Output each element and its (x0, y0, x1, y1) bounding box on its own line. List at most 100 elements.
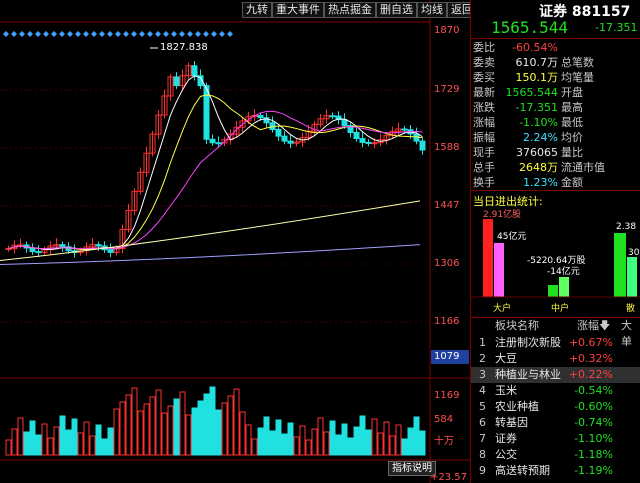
volume-bar (365, 429, 372, 456)
volume-bar (317, 417, 324, 456)
kline-chart-area[interactable]: 九转 重大事件 热点掘金 删自选 均线 返回 ▶ 1827.838 1870 1… (0, 0, 470, 483)
flow-category-small: 散 (626, 302, 635, 314)
sector-index: 6 (479, 416, 486, 429)
volume-bar (245, 424, 252, 456)
sector-row[interactable]: 7 证券 -1.10% (471, 431, 640, 447)
flow-bar-big-out (494, 243, 504, 297)
quote-row: 总手 2648万 流通市值 (471, 160, 640, 176)
sector-row[interactable]: 2 大豆 +0.32% (471, 351, 640, 367)
event-diamond-icon (51, 31, 57, 37)
quote-label: 振幅 (473, 131, 495, 144)
quote-panel: 证券 881157 1565.544 -17.351 委比 -60.54% 委卖… (471, 0, 640, 483)
volume-bar (383, 421, 390, 456)
flow-label-mid-in: -5220.64万股 (527, 255, 585, 266)
volume-axis-label: 584 (434, 414, 454, 425)
quote-label2: 金额 (561, 176, 583, 189)
event-diamond-icon (123, 31, 129, 37)
quote-row: 涨幅 -1.10% 最低 (471, 115, 640, 131)
volume-bar (395, 424, 402, 456)
sector-name: 种植业与林业 (495, 368, 561, 381)
sector-name: 高送转预期 (495, 464, 550, 477)
sector-header-change[interactable]: 涨幅🡇 (577, 318, 610, 334)
sector-header-name[interactable]: 板块名称 (495, 318, 539, 334)
sector-row[interactable]: 4 玉米 -0.54% (471, 383, 640, 399)
kline-chart-svg[interactable] (0, 0, 470, 483)
sector-row[interactable]: 8 公交 -1.18% (471, 447, 640, 463)
event-diamond-icon (27, 31, 33, 37)
volume-bar (221, 402, 228, 456)
quote-label: 总手 (473, 161, 495, 174)
volume-bar (155, 389, 162, 456)
volume-bar (89, 435, 96, 456)
sector-index: 2 (479, 352, 486, 365)
toolbar-jiuzhuan-button[interactable]: 九转 (242, 2, 272, 18)
sector-change: -0.54% (574, 384, 613, 397)
quote-label2: 最低 (561, 116, 583, 129)
toolbar-back-button[interactable]: 返回 (447, 2, 470, 18)
volume-bar (101, 438, 108, 456)
candle-body (59, 244, 66, 248)
sector-change: +0.22% (568, 368, 613, 381)
sector-row[interactable]: 5 农业种植 -0.60% (471, 399, 640, 415)
quote-row: 委买 150.1万 均笔量 (471, 70, 640, 86)
sector-row[interactable]: 6 转基因 -0.74% (471, 415, 640, 431)
volume-bar (203, 393, 210, 456)
price-axis-label: 1306 (434, 258, 460, 269)
quote-row: 最新 1565.544 开盘 (471, 85, 640, 101)
ma-line (8, 94, 423, 250)
volume-bar (323, 431, 330, 456)
candle-body (275, 128, 282, 137)
flow-label-small-out: 30 (628, 248, 640, 258)
indicator-help-button[interactable]: 指标说明 (388, 461, 436, 476)
volume-bar (167, 405, 174, 456)
ma-line (8, 75, 423, 251)
sector-index: 5 (479, 400, 486, 413)
volume-bar (5, 439, 12, 456)
quote-label: 最新 (473, 86, 495, 99)
candle-body (35, 251, 42, 254)
volume-bar (263, 416, 270, 456)
amount-label: +23.57亿 (430, 472, 468, 483)
toolbar-hotspot-button[interactable]: 热点掘金 (324, 2, 376, 18)
sector-index: 9 (479, 464, 486, 477)
event-diamond-icon (155, 31, 161, 37)
volume-bar (173, 398, 180, 456)
event-diamond-icon (83, 31, 89, 37)
volume-bar (293, 436, 300, 456)
sector-change: -0.60% (574, 400, 613, 413)
volume-bar (311, 428, 318, 456)
quote-value: 376065 (516, 146, 558, 159)
volume-bar (107, 427, 114, 456)
sector-name: 证券 (495, 432, 517, 445)
toolbar-events-button[interactable]: 重大事件 (272, 2, 324, 18)
volume-bar (299, 425, 306, 456)
quote-label2: 流通市值 (561, 161, 605, 174)
quote-row: 现手 376065 量比 (471, 145, 640, 161)
volume-bar (149, 396, 156, 456)
sector-name: 转基因 (495, 416, 528, 429)
price-axis-label: 1729 (434, 84, 460, 95)
volume-bar (185, 414, 192, 456)
price-axis-label: 1447 (434, 200, 460, 211)
sector-row[interactable]: 1 注册制次新股 +0.67% (471, 335, 640, 351)
quote-label2: 开盘 (561, 86, 583, 99)
sector-row[interactable]: 3 种植业与林业 +0.22% (471, 367, 640, 383)
toolbar-remove-watchlist-button[interactable]: 删自选 (376, 2, 417, 18)
volume-bar (353, 426, 360, 456)
quote-label2: 均价 (561, 131, 583, 144)
event-diamond-icon (203, 31, 209, 37)
toolbar-ma-button[interactable]: 均线 (417, 2, 447, 18)
quote-label: 涨跌 (473, 101, 495, 114)
volume-bar (23, 431, 30, 456)
volume-bar (329, 420, 336, 456)
quote-label: 委比 (473, 41, 495, 54)
quote-row: 涨跌 -17.351 最高 (471, 100, 640, 116)
sector-row[interactable]: 9 高送转预期 -1.19% (471, 463, 640, 479)
ma-line (8, 110, 423, 250)
event-diamond-icon (99, 31, 105, 37)
candle-body (329, 115, 336, 118)
sector-index: 1 (479, 336, 486, 349)
candle-body (353, 131, 360, 140)
candle-body (191, 65, 198, 77)
candle-body (341, 119, 348, 127)
